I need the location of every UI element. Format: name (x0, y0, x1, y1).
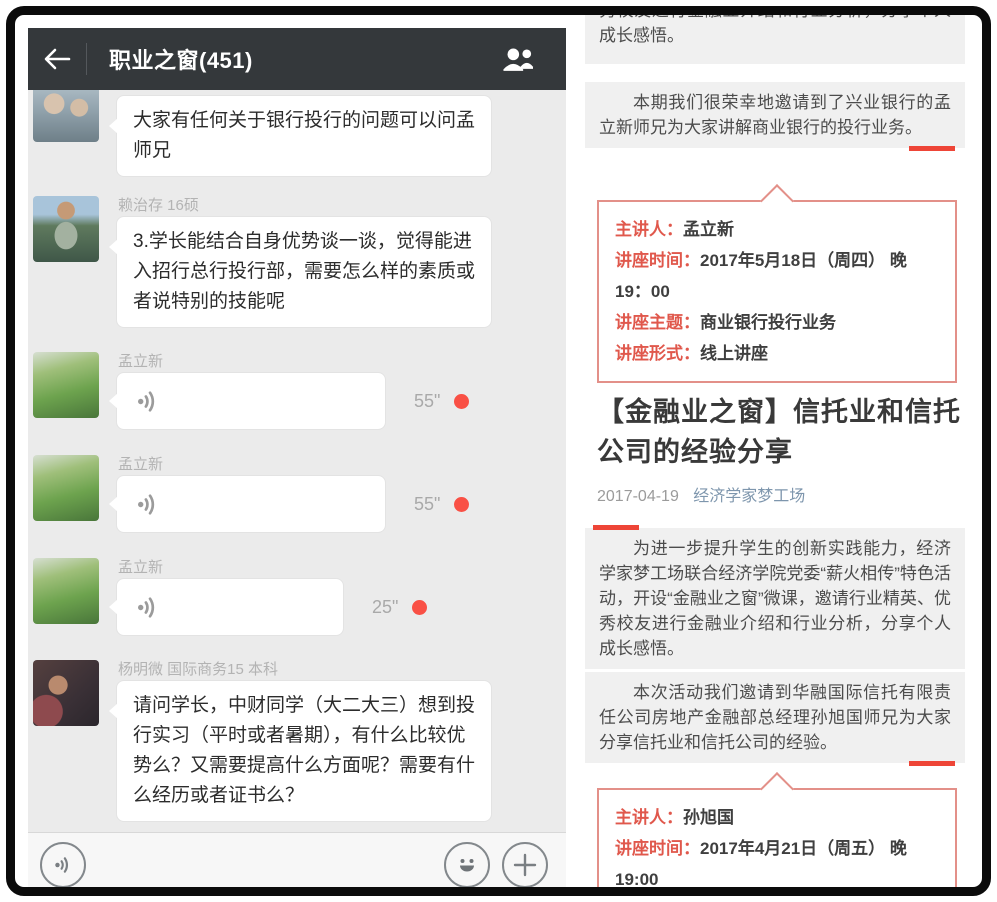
back-arrow-icon (42, 46, 72, 72)
wechat-chat-pane: 大家有任何关于银行投行的问题可以问孟师兄 赖治存 16硕 3.学长能结合自身优势… (28, 28, 566, 889)
avatar[interactable] (33, 196, 99, 262)
avatar[interactable] (33, 352, 99, 418)
voice-duration: 25" (372, 597, 398, 618)
lecture-row: 讲座时间：2017年5月18日（周四） 晚19：00 (615, 245, 939, 307)
lecture-row: 讲座形式：线上讲座 (615, 338, 939, 369)
more-button[interactable] (502, 842, 548, 888)
sender-name: 孟立新 (118, 453, 163, 474)
chat-header: 职业之窗(451) (28, 28, 566, 90)
lecture-row: 讲座主题：信托行业知多少-信托业和信托公司的那些事 (615, 895, 939, 896)
article-title: 【金融业之窗】信托业和信托公司的经验分享 (597, 392, 961, 472)
lecture-row: 讲座时间：2017年4月21日（周五） 晚19:00 (615, 833, 939, 895)
voice-input-button[interactable] (40, 842, 86, 888)
red-dash-divider (909, 146, 955, 151)
avatar[interactable] (33, 455, 99, 521)
sender-name: 杨明微 国际商务15 本科 (118, 658, 278, 679)
message-bubble: 大家有任何关于银行投行的问题可以问孟师兄 (116, 95, 492, 177)
unread-dot (454, 394, 469, 409)
article-paragraph-clipped: 秀校友进行金融业介绍和行业分析，分享个人成长感悟。 (585, 12, 965, 64)
red-dash-divider (909, 761, 955, 766)
voice-wave-icon (135, 388, 162, 415)
group-members-button[interactable] (490, 28, 548, 90)
voice-wave-icon (135, 594, 162, 621)
sender-name: 孟立新 (118, 556, 163, 577)
voice-message-bubble[interactable] (116, 372, 386, 430)
lecture-info-box-2: 主讲人：孙旭国 讲座时间：2017年4月21日（周五） 晚19:00 讲座主题：… (597, 788, 957, 896)
red-dash-divider (593, 525, 639, 530)
chat-input-bar (28, 832, 566, 889)
unread-dot (454, 497, 469, 512)
back-button[interactable] (28, 28, 86, 90)
voice-message-bubble[interactable] (116, 475, 386, 533)
chat-title: 职业之窗(451) (109, 43, 253, 75)
emoji-icon (452, 850, 482, 880)
lecture-row: 主讲人：孟立新 (615, 214, 939, 245)
emoji-button[interactable] (444, 842, 490, 888)
message-bubble: 请问学长，中财同学（大二大三）想到投行实习（平时或者暑期），有什么比较优势么？又… (116, 680, 492, 822)
article-paragraph-invite2: 本次活动我们邀请到华融国际信托有限责任公司房地产金融部总经理孙旭国师兄为大家分享… (585, 672, 965, 763)
article-meta: 2017-04-19 经济学家梦工场 (597, 482, 805, 506)
article-pane: 秀校友进行金融业介绍和行业分析，分享个人成长感悟。 本期我们很荣幸地邀请到了兴业… (585, 12, 965, 896)
message-bubble: 3.学长能结合自身优势谈一谈，觉得能进入招行总行投行部，需要怎么样的素质或者说特… (116, 216, 492, 328)
header-divider (86, 43, 87, 75)
lecture-info-box-1: 主讲人：孟立新 讲座时间：2017年5月18日（周四） 晚19：00 讲座主题：… (597, 200, 957, 383)
lecture-row: 讲座主题：商业银行投行业务 (615, 307, 939, 338)
group-members-icon (500, 45, 538, 73)
article-account-link[interactable]: 经济学家梦工场 (693, 488, 805, 505)
lecture-row: 主讲人：孙旭国 (615, 802, 939, 833)
voice-duration: 55" (414, 494, 440, 515)
voice-wave-icon (135, 491, 162, 518)
device-screen: 大家有任何关于银行投行的问题可以问孟师兄 赖治存 16硕 3.学长能结合自身优势… (6, 6, 991, 896)
sender-name: 赖治存 16硕 (118, 194, 199, 215)
avatar[interactable] (33, 660, 99, 726)
voice-duration: 55" (414, 391, 440, 412)
plus-icon (512, 852, 538, 878)
screenshot-stage: 大家有任何关于银行投行的问题可以问孟师兄 赖治存 16硕 3.学长能结合自身优势… (0, 0, 997, 902)
avatar[interactable] (33, 558, 99, 624)
unread-dot (412, 600, 427, 615)
voice-input-icon (51, 853, 75, 877)
article-paragraph-invite1: 本期我们很荣幸地邀请到了兴业银行的孟立新师兄为大家讲解商业银行的投行业务。 (585, 82, 965, 148)
article-date: 2017-04-19 (597, 488, 679, 505)
sender-name: 孟立新 (118, 350, 163, 371)
article-paragraph-intro: 为进一步提升学生的创新实践能力，经济学家梦工场联合经济学院党委“薪火相传”特色活… (585, 528, 965, 669)
voice-message-bubble[interactable] (116, 578, 344, 636)
